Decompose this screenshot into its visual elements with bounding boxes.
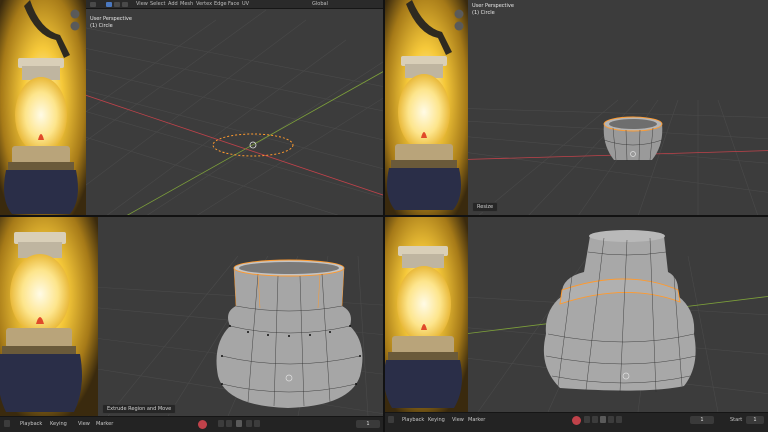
edge-mode-button[interactable] <box>114 2 120 7</box>
jump-start-icon[interactable] <box>218 420 224 427</box>
quadrant-top-right: User Perspective (1) Circle Resize <box>384 0 768 216</box>
viewport-grid <box>86 9 384 216</box>
jump-end-icon[interactable] <box>616 416 622 423</box>
viewport-3d[interactable]: User Perspective (1) Circle Resize <box>468 0 768 216</box>
reference-image-panel <box>0 216 98 416</box>
split-divider-horizontal <box>0 215 768 217</box>
editor-type-button[interactable] <box>90 2 96 7</box>
quadrant-bottom-left: Extrude Region and Move Playback Keying … <box>0 216 384 432</box>
transform-orientation[interactable]: Global <box>312 1 328 7</box>
operator-panel-extrude[interactable]: Extrude Region and Move <box>102 404 177 414</box>
viewport-3d[interactable]: Extrude Region and Move <box>98 216 384 416</box>
timeline-menu-view[interactable]: View <box>452 417 464 423</box>
viewport-info: User Perspective (1) Circle <box>472 3 514 17</box>
reference-image-panel <box>384 0 468 216</box>
timeline-menu-playback[interactable]: Playback <box>402 417 424 423</box>
timeline-bar: Playback Keying View Marker 1 <box>0 416 384 432</box>
menu-view[interactable]: View <box>136 1 148 7</box>
object-name-label: (1) Circle <box>90 23 113 29</box>
jump-end-icon[interactable] <box>254 420 260 427</box>
viewport-header: View Select Add Mesh Vertex Edge Face UV… <box>86 0 384 9</box>
quadrant-bottom-right: Playback Keying View Marker 1 Start 1 <box>384 216 768 432</box>
timeline-menu-view[interactable]: View <box>78 421 90 427</box>
step-back-icon[interactable] <box>592 416 598 423</box>
viewport-grid <box>468 230 768 412</box>
viewport-grid <box>98 255 384 416</box>
object-name-label: (1) Circle <box>472 10 495 16</box>
viewport-3d[interactable] <box>468 216 768 412</box>
operator-panel-resize[interactable]: Resize <box>472 202 499 212</box>
viewport-grid <box>468 99 768 216</box>
timeline-menu-marker[interactable]: Marker <box>96 421 113 427</box>
lantern-reference-image <box>0 216 98 416</box>
view-mode-label: User Perspective <box>472 3 514 9</box>
menu-edge[interactable]: Edge <box>214 1 227 7</box>
face-mode-button[interactable] <box>122 2 128 7</box>
hand-icon[interactable] <box>454 21 464 31</box>
clock-icon[interactable] <box>388 416 394 423</box>
lantern-reference-image <box>0 0 86 216</box>
view-mode-label: User Perspective <box>90 16 132 22</box>
timeline-bar: Playback Keying View Marker 1 Start 1 <box>384 412 768 432</box>
clock-icon[interactable] <box>4 420 10 427</box>
play-icon[interactable] <box>236 420 242 427</box>
hand-icon[interactable] <box>70 21 80 31</box>
play-icon[interactable] <box>600 416 606 423</box>
menu-select[interactable]: Select <box>150 1 165 7</box>
step-back-icon[interactable] <box>226 420 232 427</box>
timeline-menu-keying[interactable]: Keying <box>428 417 445 423</box>
menu-uv[interactable]: UV <box>242 1 249 7</box>
start-frame-field[interactable]: 1 <box>746 416 764 424</box>
quadrant-top-left: View Select Add Mesh Vertex Edge Face UV… <box>0 0 384 216</box>
viewport-info: User Perspective (1) Circle <box>90 16 132 30</box>
viewport-3d[interactable]: View Select Add Mesh Vertex Edge Face UV… <box>86 0 384 216</box>
current-frame-field[interactable]: 1 <box>356 420 380 428</box>
reference-image-panel <box>0 0 86 216</box>
jump-start-icon[interactable] <box>584 416 590 423</box>
x-axis-line <box>86 94 384 196</box>
zoom-icon[interactable] <box>454 9 464 19</box>
menu-mesh[interactable]: Mesh <box>180 1 193 7</box>
menu-vertex[interactable]: Vertex <box>196 1 212 7</box>
record-icon[interactable] <box>198 420 207 429</box>
timeline-menu-keying[interactable]: Keying <box>50 421 67 427</box>
lantern-reference-image <box>384 216 468 412</box>
step-forward-icon[interactable] <box>246 420 252 427</box>
timeline-menu-playback[interactable]: Playback <box>20 421 42 427</box>
menu-add[interactable]: Add <box>168 1 178 7</box>
vertex-mode-button[interactable] <box>106 2 112 7</box>
timeline-menu-marker[interactable]: Marker <box>468 417 485 423</box>
start-label: Start <box>730 417 743 423</box>
lantern-reference-image <box>384 0 468 216</box>
menu-face[interactable]: Face <box>228 1 239 7</box>
zoom-icon[interactable] <box>70 9 80 19</box>
step-forward-icon[interactable] <box>608 416 614 423</box>
record-icon[interactable] <box>572 416 581 425</box>
reference-image-panel <box>384 216 468 412</box>
current-frame-field[interactable]: 1 <box>690 416 714 424</box>
